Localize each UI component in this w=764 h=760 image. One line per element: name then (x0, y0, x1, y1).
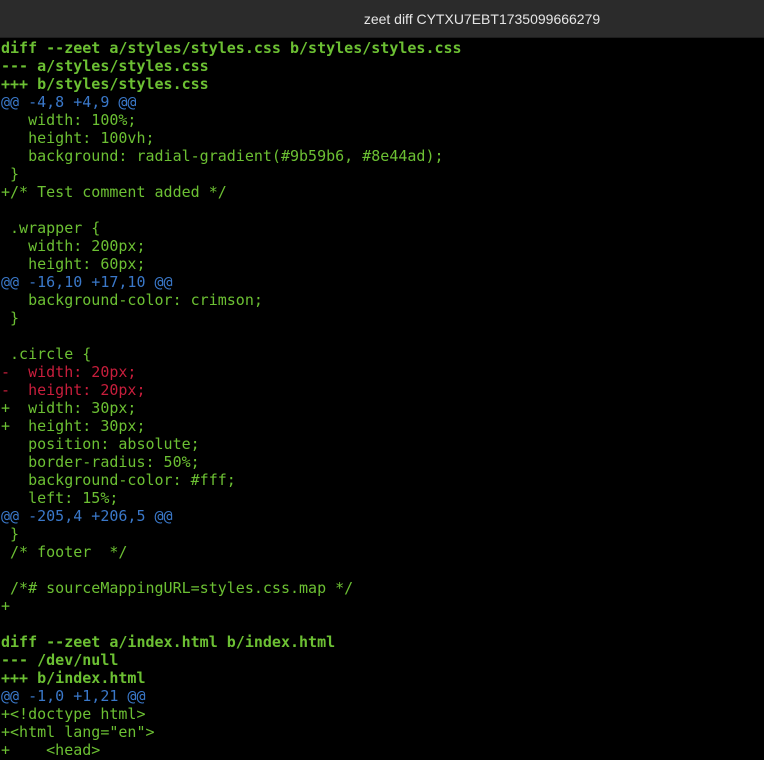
diff-line: } (1, 165, 20, 183)
diff-line: @@ -16,10 +17,10 @@ (1, 273, 173, 291)
diff-line (0, 201, 764, 219)
diff-line: +/* Test comment added */ (1, 183, 227, 201)
diff-line: + height: 30px; (1, 417, 146, 435)
diff-line: left: 15%; (1, 489, 119, 507)
diff-line (0, 615, 764, 633)
diff-line: .circle { (1, 345, 92, 363)
diff-line: width: 100%; (1, 111, 137, 129)
diff-line: @@ -205,4 +206,5 @@ (1, 507, 173, 525)
diff-line: - height: 20px; (1, 381, 146, 399)
diff-line: } (1, 309, 20, 327)
diff-line: +++ b/index.html (1, 669, 146, 687)
diff-line: +++ b/styles/styles.css (1, 75, 209, 93)
diff-line: height: 60px; (1, 255, 146, 273)
diff-line: +<html lang="en"> (1, 723, 155, 741)
diff-line: /*# sourceMappingURL=styles.css.map */ (1, 579, 354, 597)
diff-line: + <head> (1, 741, 101, 759)
diff-line: @@ -1,0 +1,21 @@ (1, 687, 146, 705)
diff-line: background: radial-gradient(#9b59b6, #8e… (1, 147, 444, 165)
diff-line: /* footer */ (1, 543, 128, 561)
diff-line: diff --zeet a/styles/styles.css b/styles… (1, 39, 462, 57)
window-title: zeet diff CYTXU7EBT1735099666279 (363, 10, 601, 27)
terminal-output[interactable]: diff --zeet a/styles/styles.css b/styles… (0, 38, 764, 760)
diff-line: .wrapper { (1, 219, 101, 237)
diff-line (0, 561, 764, 579)
diff-line: height: 100vh; (1, 129, 155, 147)
diff-line: + (1, 597, 11, 615)
diff-line: --- a/styles/styles.css (1, 57, 209, 75)
diff-line (0, 327, 764, 345)
diff-line: diff --zeet a/index.html b/index.html (1, 633, 336, 651)
diff-line: @@ -4,8 +4,9 @@ (1, 93, 137, 111)
diff-line: +<!doctype html> (1, 705, 146, 723)
diff-line: --- /dev/null (1, 651, 119, 669)
window-titlebar: zeet diff CYTXU7EBT1735099666279 (0, 0, 764, 38)
diff-line: background-color: crimson; (1, 291, 263, 309)
diff-line: border-radius: 50%; (1, 453, 200, 471)
diff-line: } (1, 525, 20, 543)
diff-line: + width: 30px; (1, 399, 137, 417)
diff-line: background-color: #fff; (1, 471, 236, 489)
diff-line: - width: 20px; (1, 363, 137, 381)
diff-line: width: 200px; (1, 237, 146, 255)
diff-line: position: absolute; (1, 435, 200, 453)
